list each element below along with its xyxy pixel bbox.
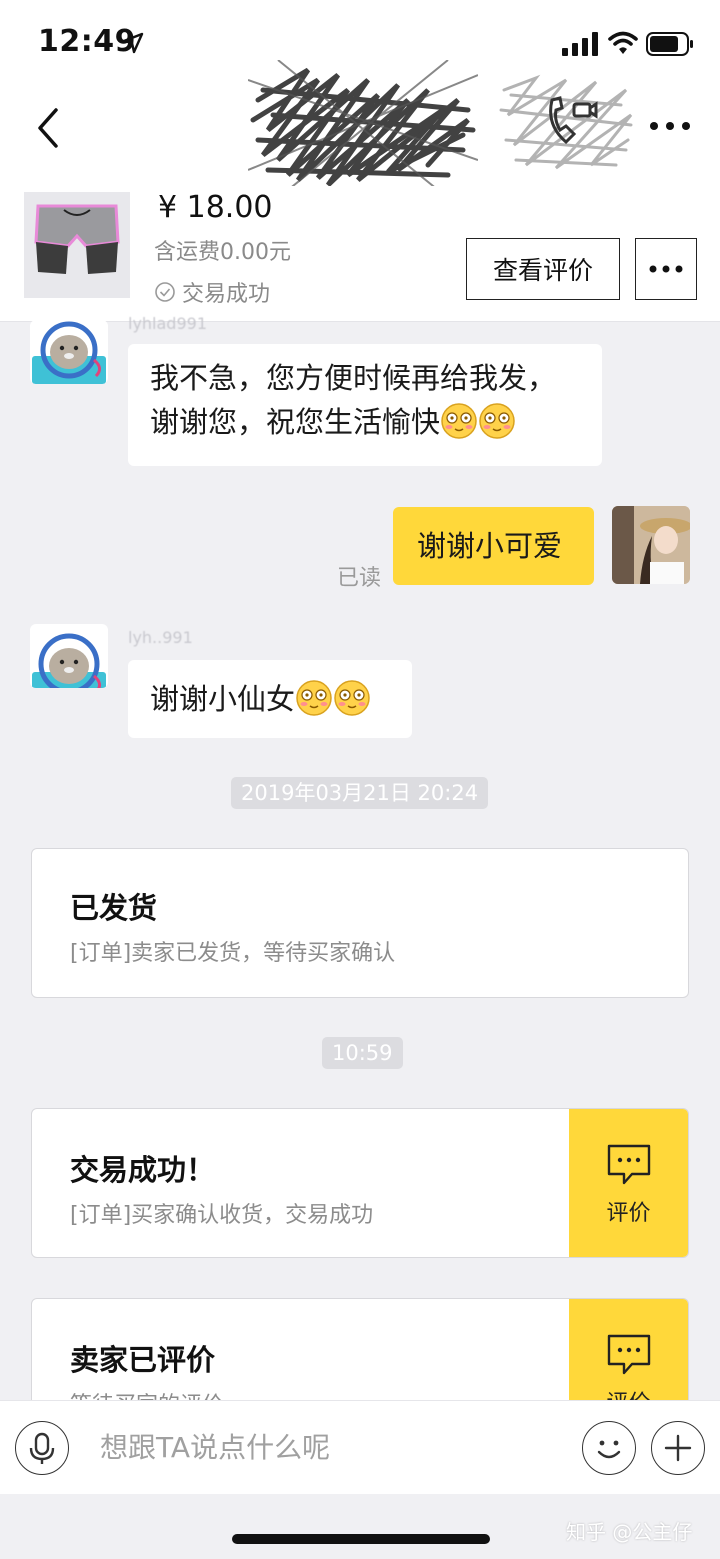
trade-status-label: 交易成功 — [182, 282, 271, 307]
sender-name: lyh..991 — [128, 628, 193, 647]
comment-bubble-icon — [607, 1144, 651, 1185]
rate-button-label: 评价 — [606, 1201, 651, 1226]
message-line-with-emoji: 谢谢您，祝您生活愉快 — [150, 400, 580, 444]
dazed-face-emoji-icon — [296, 680, 332, 716]
timestamp: 10:59 — [322, 1037, 403, 1069]
home-indicator[interactable] — [232, 1534, 490, 1544]
view-review-button[interactable]: 查看评价 — [466, 238, 620, 300]
message-bubble[interactable]: 我不急，您方便时候再给我发， 谢谢您，祝您生活愉快 — [128, 344, 602, 466]
check-circle-icon — [155, 282, 175, 302]
message-line: 谢谢您，祝您生活愉快 — [150, 405, 441, 439]
card-subtitle: [订单]买家确认收货，交易成功 — [70, 1203, 374, 1228]
watermark: 知乎 @公主仔 — [566, 1520, 693, 1544]
order-card-success[interactable]: 交易成功！ [订单]买家确认收货，交易成功 评价 — [31, 1108, 689, 1258]
plus-icon — [664, 1434, 692, 1462]
card-title: 已发货 — [70, 891, 158, 925]
microphone-icon — [29, 1432, 55, 1464]
wifi-icon — [608, 31, 638, 54]
dazed-face-emoji-icon — [441, 403, 477, 439]
cellular-signal-icon — [562, 32, 598, 56]
card-subtitle: [订单]卖家已发货，等待买家确认 — [70, 941, 396, 966]
more-options-icon — [649, 265, 683, 273]
message-input[interactable] — [100, 1423, 540, 1471]
seller-avatar[interactable] — [30, 320, 108, 384]
product-shorts-image — [24, 192, 130, 298]
message-line: 我不急，您方便时候再给我发， — [150, 361, 557, 395]
redacted-call-icon[interactable] — [496, 70, 636, 175]
order-card-shipped[interactable]: 已发货 [订单]卖家已发货，等待买家确认 — [31, 848, 689, 998]
product-shipping: 含运费0.00元 — [154, 240, 291, 265]
seller-avatar[interactable] — [30, 624, 108, 688]
smiley-face-icon — [597, 1440, 621, 1459]
seal-avatar-image — [32, 321, 106, 384]
more-actions-button[interactable] — [651, 1421, 705, 1475]
product-thumbnail[interactable] — [24, 192, 130, 298]
product-summary: ¥ 18.00 含运费0.00元 交易成功 查看评价 — [0, 186, 720, 322]
timestamp: 2019年03月21日 20:24 — [231, 777, 489, 809]
redacted-contact-name — [248, 60, 478, 190]
bottom-safe-area: 知乎 @公主仔 — [0, 1494, 720, 1559]
message-text: 谢谢小仙女 — [150, 682, 296, 716]
battery-icon — [646, 32, 693, 56]
product-price: ¥ 18.00 — [158, 190, 273, 225]
message-bubble[interactable]: 谢谢小仙女 — [128, 660, 412, 738]
product-more-button[interactable] — [635, 238, 697, 300]
trade-status: 交易成功 — [154, 276, 270, 308]
card-title: 交易成功！ — [70, 1153, 216, 1187]
dazed-face-emoji-icon — [479, 403, 515, 439]
back-arrow-icon[interactable] — [30, 106, 70, 150]
more-options-icon[interactable] — [648, 118, 692, 134]
my-message-bubble[interactable]: 谢谢小可爱 — [393, 507, 594, 585]
voice-input-button[interactable] — [15, 1421, 69, 1475]
user-photo-image — [612, 506, 690, 584]
message-input-bar — [0, 1400, 720, 1494]
location-arrow-icon — [122, 32, 144, 54]
dazed-face-emoji-icon — [334, 680, 370, 716]
rate-button[interactable]: 评价 — [569, 1109, 688, 1257]
read-receipt: 已读 — [337, 566, 382, 591]
seal-avatar-image — [32, 633, 106, 688]
emoji-picker-button[interactable] — [582, 1421, 636, 1475]
chat-header — [0, 60, 720, 190]
comment-bubble-icon — [607, 1334, 651, 1375]
card-title: 卖家已评价 — [70, 1343, 216, 1377]
my-avatar[interactable] — [612, 506, 690, 584]
sender-name: lyhlad991 — [128, 314, 207, 333]
